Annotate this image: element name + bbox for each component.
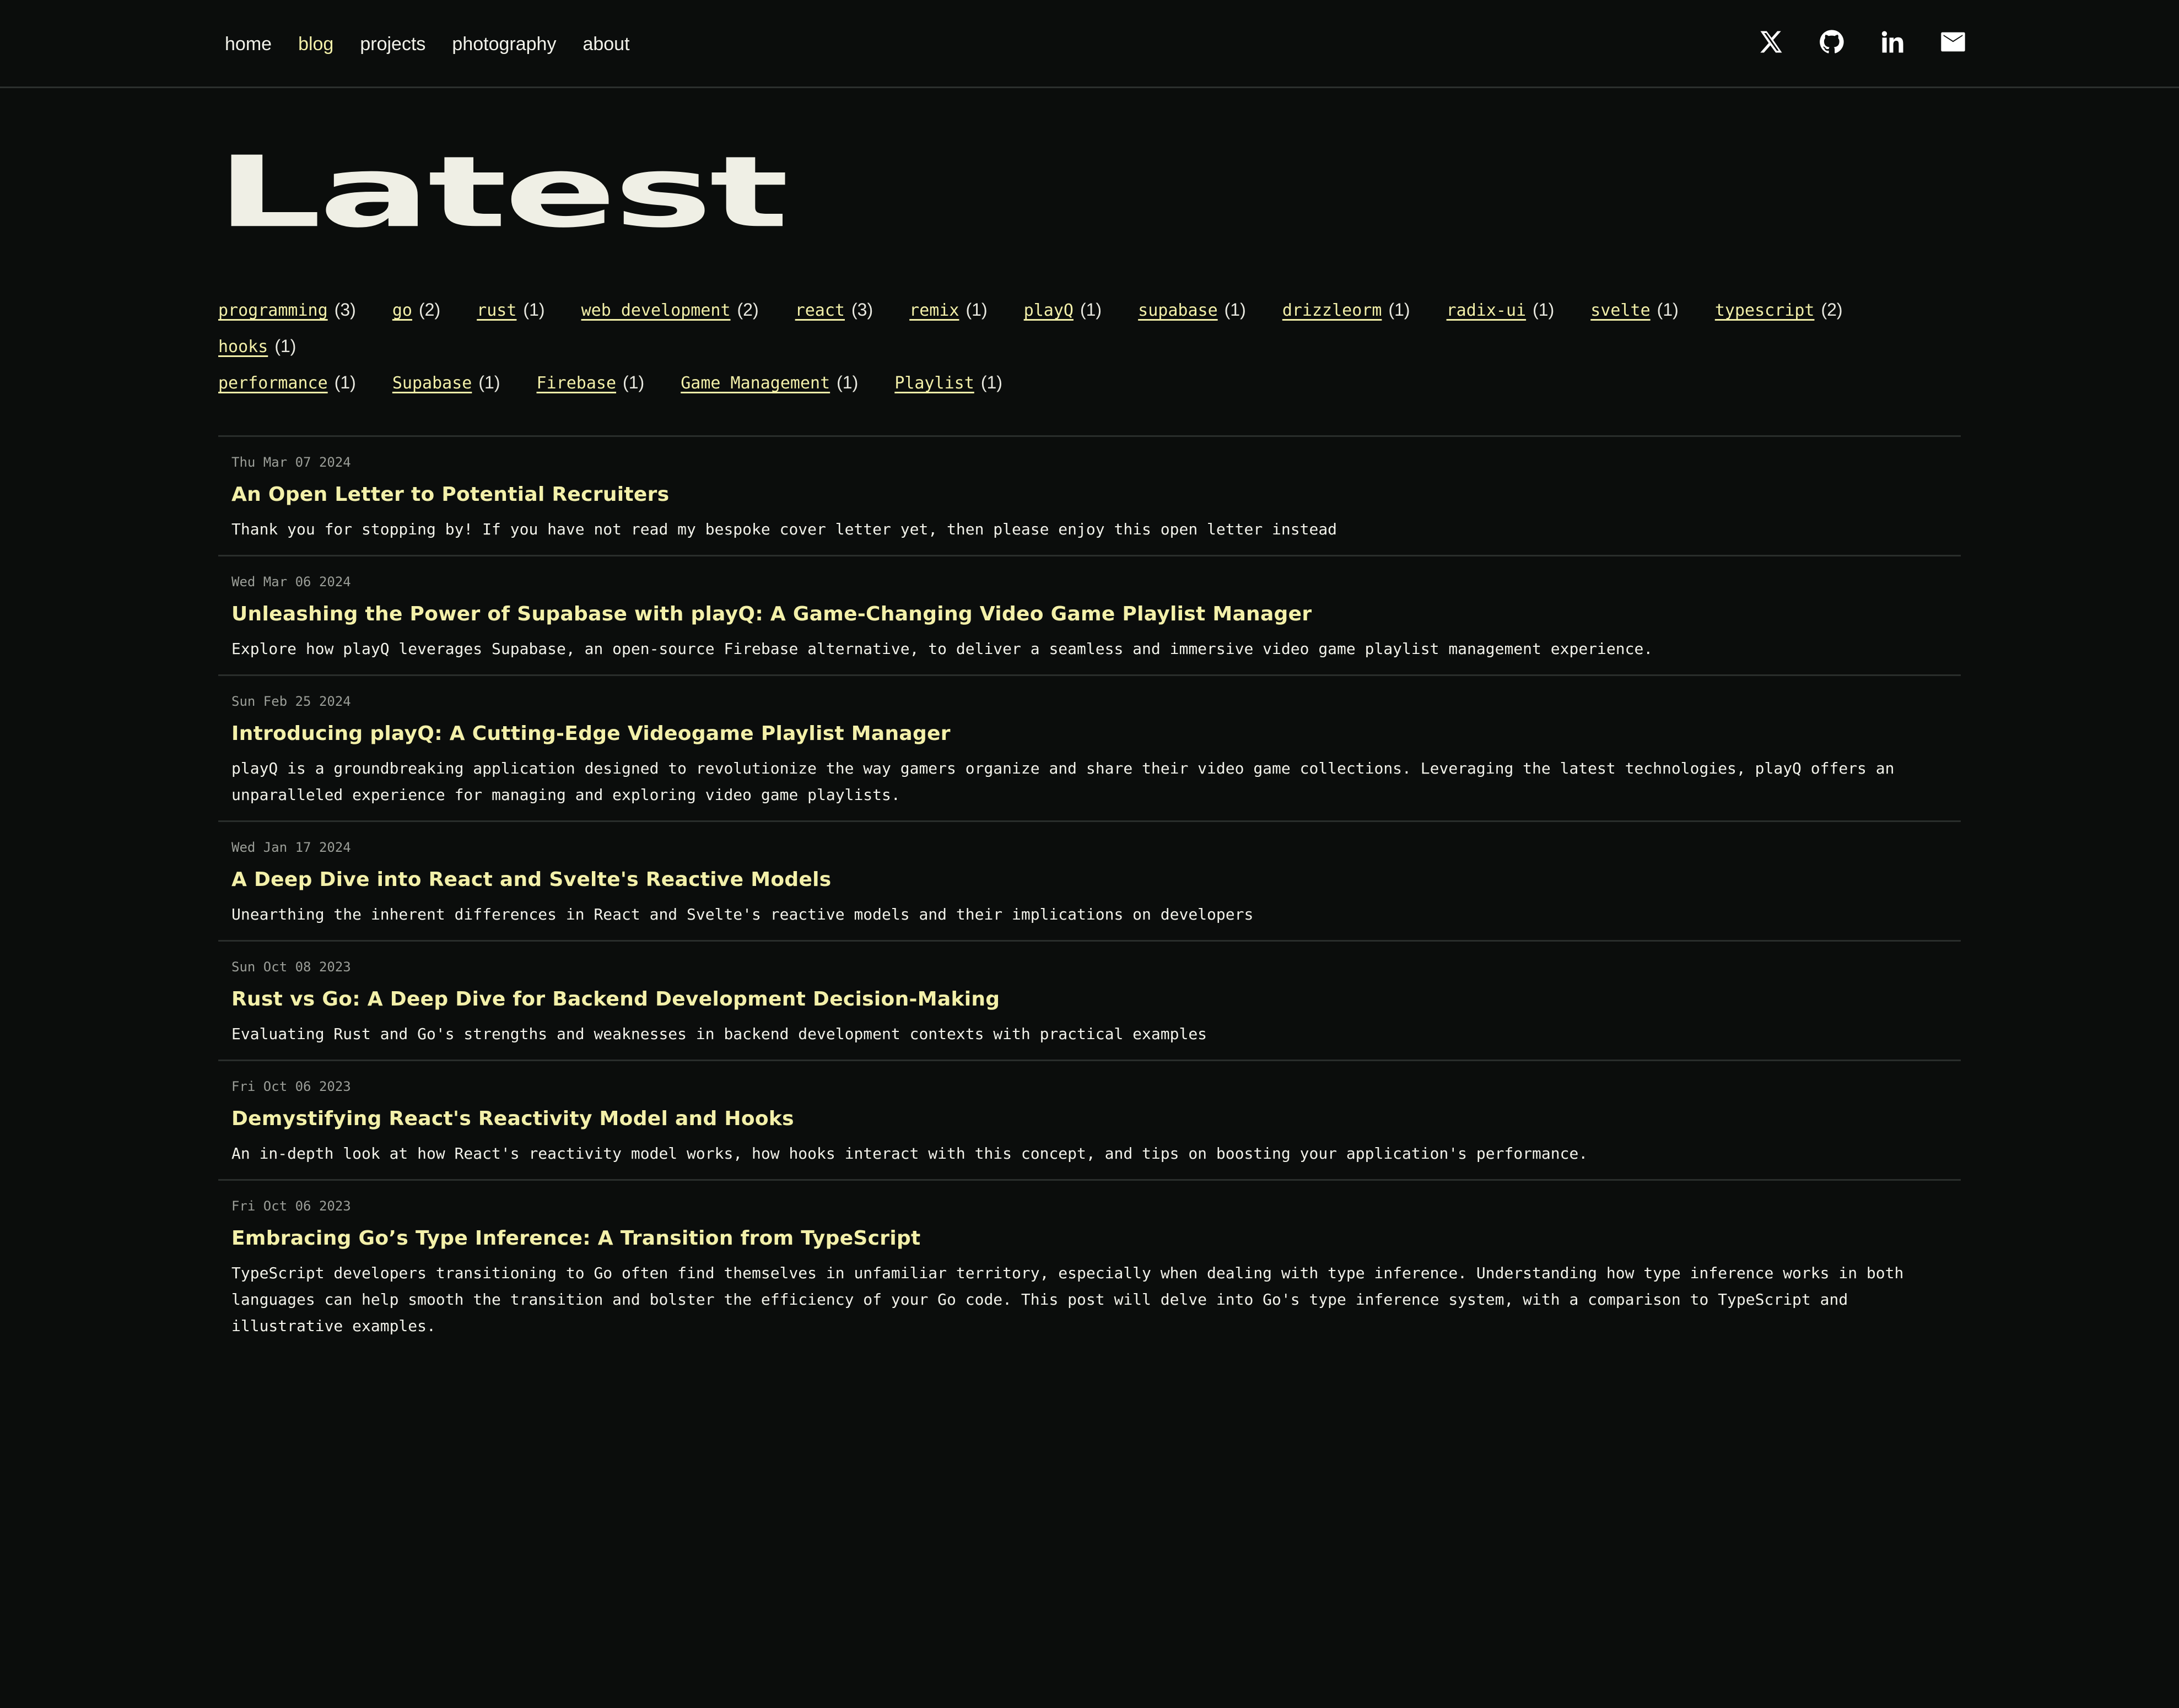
tag-item: hooks (1) [218, 328, 296, 365]
post-item[interactable]: Sun Oct 08 2023 Rust vs Go: A Deep Dive … [218, 940, 1961, 1060]
post-title[interactable]: An Open Letter to Potential Recruiters [231, 479, 1948, 511]
tag-link[interactable]: Supabase [392, 374, 472, 393]
tag-item: supabase (1) [1138, 292, 1246, 328]
post-description: TypeScript developers transitioning to G… [231, 1264, 1904, 1335]
tag-count: (3) [334, 300, 356, 320]
tag-item: Supabase (1) [392, 365, 500, 401]
post-date: Wed Mar 06 2024 [231, 574, 351, 590]
tag-link[interactable]: programming [218, 301, 328, 320]
tag-item: drizzleorm (1) [1282, 292, 1410, 328]
tag-item: go (2) [392, 292, 440, 328]
post-item[interactable]: Sun Feb 25 2024 Introducing playQ: A Cut… [218, 674, 1961, 820]
social-links [1757, 28, 1967, 56]
tag-link[interactable]: playQ [1024, 301, 1074, 320]
tag-item: remix (1) [909, 292, 987, 328]
post-title[interactable]: Introducing playQ: A Cutting-Edge Videog… [231, 718, 1948, 750]
tag-link[interactable]: rust [477, 301, 516, 320]
post-description: Explore how playQ leverages Supabase, an… [231, 640, 1653, 658]
tag-item: react (3) [795, 292, 873, 328]
tag-item: rust (1) [477, 292, 544, 328]
tag-count: (1) [1533, 300, 1555, 320]
tag-count: (1) [274, 336, 296, 356]
nav-link-blog[interactable]: blog [298, 29, 333, 60]
post-list: Thu Mar 07 2024 An Open Letter to Potent… [218, 435, 1961, 1352]
post-date: Thu Mar 07 2024 [231, 455, 351, 470]
tag-link[interactable]: svelte [1590, 301, 1650, 320]
post-description: playQ is a groundbreaking application de… [231, 759, 1895, 804]
post-title[interactable]: Unleashing the Power of Supabase with pl… [231, 598, 1948, 630]
tag-item: Game Management (1) [681, 365, 858, 401]
post-title[interactable]: Rust vs Go: A Deep Dive for Backend Deve… [231, 983, 1948, 1015]
tag-link[interactable]: react [795, 301, 845, 320]
tag-link[interactable]: supabase [1138, 301, 1218, 320]
tag-link[interactable]: remix [909, 301, 959, 320]
post-date: Sun Oct 08 2023 [231, 959, 351, 975]
tag-count: (1) [980, 372, 1002, 392]
tag-item: playQ (1) [1024, 292, 1102, 328]
tag-link[interactable]: typescript [1715, 301, 1815, 320]
tag-item: radix-ui (1) [1447, 292, 1555, 328]
tag-link[interactable]: hooks [218, 337, 268, 356]
x-icon[interactable] [1757, 28, 1786, 56]
tag-count: (1) [478, 372, 500, 392]
post-date: Sun Feb 25 2024 [231, 694, 351, 709]
post-item[interactable]: Fri Oct 06 2023 Embracing Go’s Type Infe… [218, 1179, 1961, 1352]
tag-list: programming (3) go (2) rust (1) web develop… [218, 292, 1927, 401]
tag-count: (1) [1080, 300, 1102, 320]
tag-item: web development (2) [581, 292, 759, 328]
tag-link[interactable]: radix-ui [1447, 301, 1527, 320]
tag-item: typescript (2) [1715, 292, 1843, 328]
post-description: Thank you for stopping by! If you have n… [231, 520, 1337, 538]
post-date: Wed Jan 17 2024 [231, 840, 351, 855]
tag-link[interactable]: performance [218, 374, 328, 393]
tag-link[interactable]: Playlist [894, 374, 974, 393]
post-description: Evaluating Rust and Go's strengths and w… [231, 1025, 1207, 1043]
tag-item: Playlist (1) [894, 365, 1002, 401]
tag-link[interactable]: drizzleorm [1282, 301, 1382, 320]
nav-link-home[interactable]: home [225, 29, 272, 60]
post-title[interactable]: Demystifying React's Reactivity Model an… [231, 1103, 1948, 1135]
post-item[interactable]: Wed Mar 06 2024 Unleashing the Power of … [218, 555, 1961, 674]
tag-count: (1) [1224, 300, 1246, 320]
nav-links: home blog projects photography about [225, 29, 630, 60]
tag-count: (2) [737, 300, 759, 320]
top-nav: home blog projects photography about [0, 0, 2179, 88]
tag-link[interactable]: Game Management [681, 374, 830, 393]
tag-link[interactable]: Firebase [537, 374, 617, 393]
tag-item: Firebase (1) [537, 365, 645, 401]
post-date: Fri Oct 06 2023 [231, 1198, 351, 1214]
tag-count: (1) [334, 372, 356, 392]
tag-item: performance (1) [218, 365, 356, 401]
post-item[interactable]: Fri Oct 06 2023 Demystifying React's Rea… [218, 1060, 1961, 1179]
post-description: An in-depth look at how React's reactivi… [231, 1144, 1588, 1163]
github-icon[interactable] [1817, 28, 1846, 56]
tag-count: (1) [837, 372, 859, 392]
tag-count: (2) [418, 300, 441, 320]
post-date: Fri Oct 06 2023 [231, 1079, 351, 1094]
nav-link-projects[interactable]: projects [360, 29, 425, 60]
post-item[interactable]: Wed Jan 17 2024 A Deep Dive into React a… [218, 820, 1961, 940]
post-item[interactable]: Thu Mar 07 2024 An Open Letter to Potent… [218, 435, 1961, 555]
tag-item: programming (3) [218, 292, 356, 328]
tag-count: (1) [1657, 300, 1679, 320]
nav-link-about[interactable]: about [582, 29, 629, 60]
tag-link[interactable]: go [392, 301, 412, 320]
tag-count: (1) [523, 300, 545, 320]
tag-count: (3) [851, 300, 873, 320]
mail-icon[interactable] [1939, 28, 1967, 56]
post-title[interactable]: A Deep Dive into React and Svelte's Reac… [231, 864, 1948, 896]
nav-link-photography[interactable]: photography [452, 29, 556, 60]
tag-item: svelte (1) [1590, 292, 1678, 328]
tag-count: (2) [1821, 300, 1843, 320]
tag-count: (1) [966, 300, 988, 320]
page-title: Latest [216, 134, 789, 250]
tag-count: (1) [623, 372, 645, 392]
tag-link[interactable]: web development [581, 301, 731, 320]
linkedin-icon[interactable] [1878, 28, 1907, 56]
post-description: Unearthing the inherent differences in R… [231, 905, 1254, 923]
tag-count: (1) [1388, 300, 1410, 320]
post-title[interactable]: Embracing Go’s Type Inference: A Transit… [231, 1223, 1948, 1255]
